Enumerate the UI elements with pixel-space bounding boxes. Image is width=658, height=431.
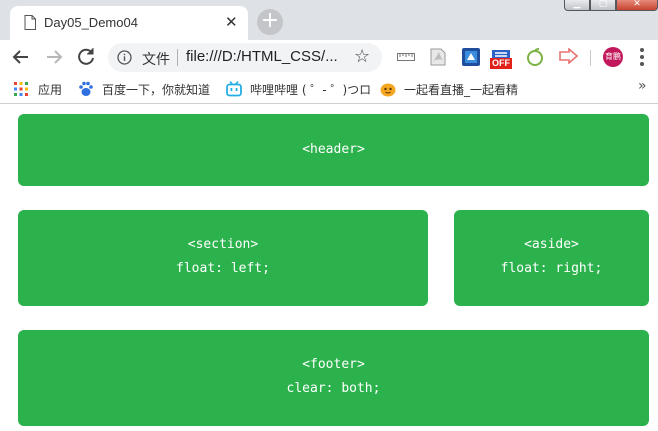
back-arrow-icon[interactable]: [9, 45, 33, 69]
more-menu-icon[interactable]: [640, 48, 644, 66]
bookmark-label: 哔哩哔哩 ( ゜- ゜)つロ: [250, 83, 372, 97]
close-icon[interactable]: ✕: [616, 0, 658, 11]
forward-arrow-icon[interactable]: [42, 45, 66, 69]
baidu-paw-icon: [79, 81, 93, 96]
ruler-icon[interactable]: [397, 53, 415, 61]
address-bar[interactable]: 文件 file:///D:/HTML_CSS/... ☆: [108, 43, 382, 72]
profile-avatar[interactable]: 育鹏: [603, 47, 623, 67]
footer-box: <footer> clear: both;: [18, 330, 649, 426]
aside-box: <aside> float: right;: [454, 210, 649, 306]
section-box: <section> float: left;: [18, 210, 428, 306]
header-box: <header>: [18, 114, 649, 186]
blue-square-icon[interactable]: [462, 48, 480, 66]
browser-toolbar: 文件 file:///D:/HTML_CSS/... ☆ OFF 育鹏: [0, 40, 658, 74]
reload-icon[interactable]: [74, 45, 98, 69]
toolbar-divider: [590, 50, 591, 66]
bookmarks-bar: 应用 百度一下，你就知道 哔哩哔哩 ( ゜- ゜)つロ 一起看直播_一起看精 »: [0, 74, 658, 104]
bookmark-apps[interactable]: 应用: [14, 80, 74, 98]
page-viewport: <header> <section> float: left; <aside> …: [0, 105, 658, 431]
bookmark-star-icon[interactable]: ☆: [354, 46, 370, 67]
adblock-off-badge: OFF: [490, 58, 512, 69]
tab-title: Day05_Demo04: [44, 15, 138, 30]
bookmark-baidu[interactable]: 百度一下，你就知道: [78, 80, 218, 98]
pdf-icon[interactable]: [430, 48, 446, 66]
minimize-icon[interactable]: ▁: [564, 0, 590, 11]
aside-style-label: float: right;: [500, 261, 603, 276]
omnibox-divider: [177, 49, 178, 66]
info-icon[interactable]: [117, 50, 132, 65]
footer-style-label: clear: both;: [286, 381, 381, 396]
bilibili-tv-icon: [226, 81, 242, 97]
title-bar: Day05_Demo04 ✕ + ▁ ▢ ✕: [0, 0, 658, 40]
header-tag-label: <header>: [302, 142, 365, 157]
red-arrow-icon[interactable]: [558, 48, 578, 64]
aside-tag-label: <aside>: [524, 237, 579, 252]
document-icon: [24, 15, 36, 30]
bookmark-label: 百度一下，你就知道: [102, 83, 211, 97]
new-tab-button[interactable]: +: [257, 9, 283, 35]
yiqikan-icon: [380, 83, 396, 97]
window-controls: ▁ ▢ ✕: [564, 0, 658, 11]
more-bookmarks-icon[interactable]: »: [638, 78, 647, 94]
green-apple-icon[interactable]: [526, 48, 544, 66]
url-text[interactable]: file:///D:/HTML_CSS/...: [186, 48, 338, 65]
adblock-off-icon[interactable]: OFF: [490, 47, 512, 71]
bookmark-yiqikan[interactable]: 一起看直播_一起看精: [380, 80, 525, 98]
bookmark-label: 应用: [38, 83, 63, 97]
tab-day05-demo04[interactable]: Day05_Demo04 ✕: [10, 6, 248, 40]
bookmark-bilibili[interactable]: 哔哩哔哩 ( ゜- ゜)つロ: [226, 80, 371, 98]
apps-grid-icon: [14, 82, 28, 96]
footer-tag-label: <footer>: [302, 357, 365, 372]
maximize-icon[interactable]: ▢: [590, 0, 616, 11]
tab-close-icon[interactable]: ✕: [225, 14, 238, 30]
section-style-label: float: left;: [176, 261, 270, 276]
bookmark-label: 一起看直播_一起看精: [404, 83, 519, 97]
scheme-label: 文件: [142, 52, 170, 68]
section-tag-label: <section>: [187, 237, 259, 252]
